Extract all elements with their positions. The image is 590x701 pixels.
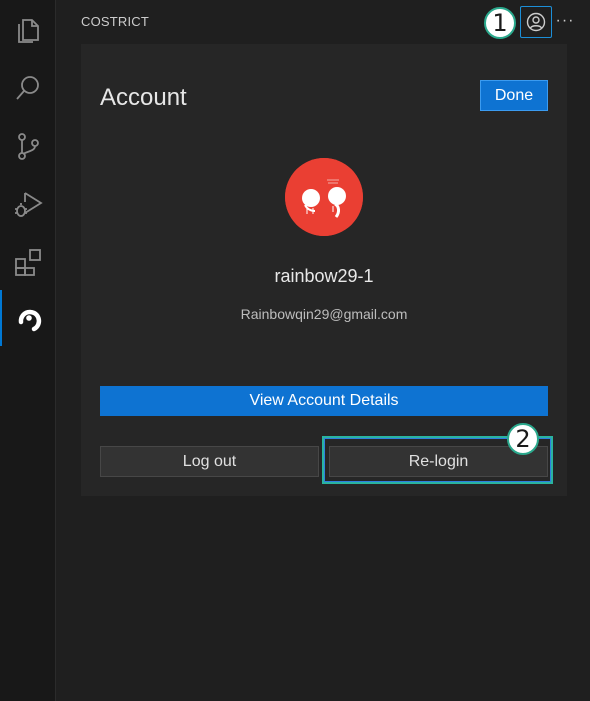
activity-bar — [0, 0, 56, 701]
account-icon — [526, 12, 546, 32]
sidebar-title: COSTRICT — [81, 14, 150, 29]
account-button[interactable] — [520, 6, 552, 38]
panel-title: Account — [100, 84, 187, 111]
search-icon[interactable] — [0, 60, 56, 116]
explorer-icon[interactable] — [0, 2, 56, 58]
username: rainbow29-1 — [274, 266, 374, 286]
done-button[interactable]: Done — [480, 80, 548, 111]
email: Rainbowqin29@gmail.com — [240, 306, 408, 322]
annotation-marker-2: 2 — [507, 423, 539, 455]
extensions-icon[interactable] — [0, 234, 56, 290]
account-panel: Account Done rainbow29-1 Rainbowqin29@gm… — [81, 44, 567, 496]
run-debug-icon[interactable] — [0, 176, 56, 232]
annotation-marker-1: 1 — [484, 7, 516, 39]
more-actions-button[interactable]: ··· — [555, 8, 575, 34]
avatar — [285, 158, 363, 236]
source-control-icon[interactable] — [0, 118, 56, 174]
costrict-icon[interactable] — [0, 290, 56, 346]
avatar-image — [285, 158, 363, 236]
logout-button[interactable]: Log out — [100, 446, 319, 477]
sidebar: COSTRICT 1 ··· Account Done rainbow29-1 … — [57, 0, 590, 701]
app-window: COSTRICT 1 ··· Account Done rainbow29-1 … — [0, 0, 590, 701]
view-account-details-button[interactable]: View Account Details — [100, 386, 548, 416]
